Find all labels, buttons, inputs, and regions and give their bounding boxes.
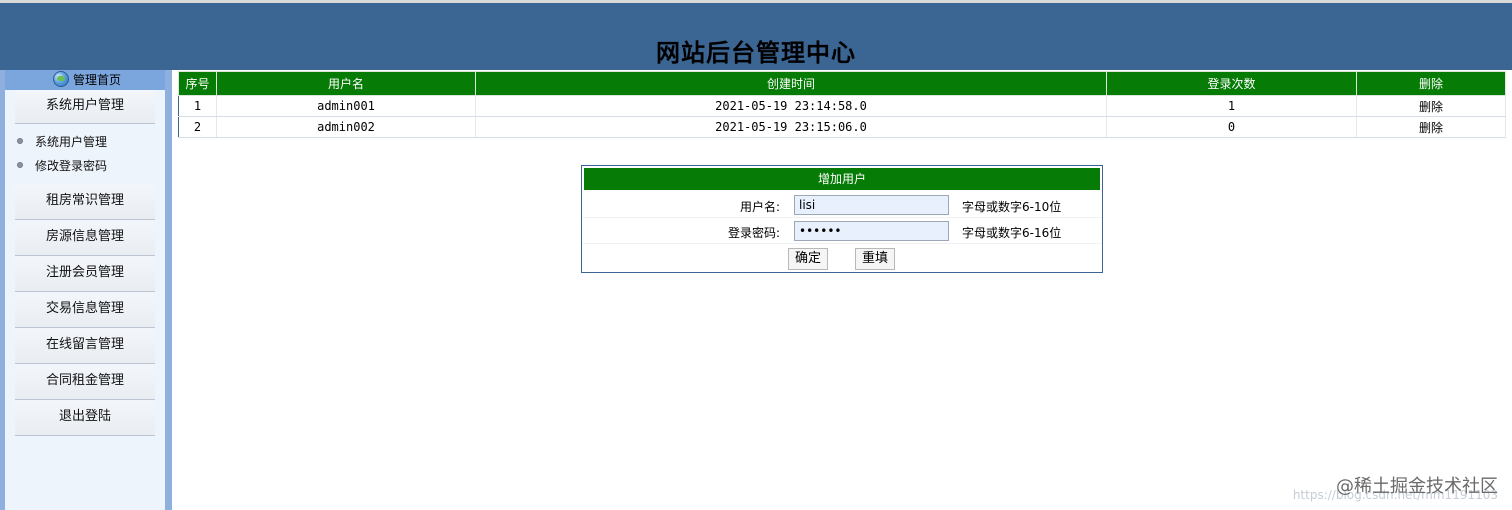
col-header-login-count: 登录次数: [1106, 71, 1357, 96]
delete-link[interactable]: 删除: [1419, 121, 1443, 135]
cell-delete: 删除: [1356, 116, 1506, 138]
submenu-item-system-users[interactable]: 系统用户管理: [17, 130, 165, 154]
cell-index: 1: [178, 95, 217, 117]
menu-messages[interactable]: 在线留言管理: [15, 328, 155, 364]
password-input[interactable]: ••••••: [794, 221, 949, 241]
password-label: 登录密码:: [727, 226, 780, 240]
cell-login-count: 1: [1106, 95, 1357, 117]
password-row: 登录密码: •••••• 字母或数字6-16位: [582, 218, 1102, 244]
table-row: 2 admin002 2021-05-19 23:15:06.0 0 删除: [178, 116, 1506, 138]
username-label: 用户名:: [739, 200, 780, 214]
col-header-username: 用户名: [216, 71, 476, 96]
globe-icon: [53, 71, 69, 87]
bullet-icon: [17, 137, 23, 144]
menu-listing-info[interactable]: 房源信息管理: [15, 220, 155, 256]
username-hint: 字母或数字6-10位: [962, 200, 1062, 214]
username-row: 用户名: lisi 字母或数字6-10位: [582, 192, 1102, 218]
submenu-item-change-password[interactable]: 修改登录密码: [17, 154, 165, 178]
menu-transactions[interactable]: 交易信息管理: [15, 292, 155, 328]
col-header-created: 创建时间: [475, 71, 1107, 96]
reset-button[interactable]: 重填: [855, 248, 896, 270]
table-row: 1 admin001 2021-05-19 23:14:58.0 1 删除: [178, 95, 1506, 117]
cell-created: 2021-05-19 23:15:06.0: [475, 116, 1107, 138]
cell-username: admin001: [216, 95, 476, 117]
cell-index: 2: [178, 116, 217, 138]
menu-logout[interactable]: 退出登陆: [15, 400, 155, 436]
add-user-panel: 增加用户 用户名: lisi 字母或数字6-10位 登录密码: •••••• 字…: [581, 165, 1103, 273]
sidebar-home[interactable]: 管理首页: [5, 70, 165, 90]
watermark: @稀土掘金技术社区: [1336, 476, 1498, 497]
cell-username: admin002: [216, 116, 476, 138]
menu-contracts[interactable]: 合同租金管理: [15, 364, 155, 400]
cell-delete: 删除: [1356, 95, 1506, 117]
submenu-system: 系统用户管理 修改登录密码: [5, 124, 165, 184]
users-table: 序号 用户名 创建时间 登录次数 删除 1 admin001 2021-05-1…: [178, 71, 1506, 138]
password-hint: 字母或数字6-16位: [962, 226, 1062, 240]
confirm-button[interactable]: 确定: [788, 248, 829, 270]
header-banner: 网站后台管理中心: [0, 0, 1512, 70]
form-buttons: 确定 重填: [582, 244, 1102, 274]
add-user-title: 增加用户: [584, 168, 1100, 190]
username-input[interactable]: lisi: [794, 195, 949, 215]
sidebar: 管理首页 系统用户管理 系统用户管理 修改登录密码 租房常识管理 房源信息管理 …: [0, 70, 172, 510]
menu-members[interactable]: 注册会员管理: [15, 256, 155, 292]
cell-created: 2021-05-19 23:14:58.0: [475, 95, 1107, 117]
col-header-delete: 删除: [1356, 71, 1506, 96]
bullet-icon: [17, 161, 23, 168]
cell-login-count: 0: [1106, 116, 1357, 138]
delete-link[interactable]: 删除: [1419, 100, 1443, 114]
page-title: 网站后台管理中心: [656, 39, 856, 67]
table-header-row: 序号 用户名 创建时间 登录次数 删除: [178, 71, 1506, 96]
menu-rental-knowledge[interactable]: 租房常识管理: [15, 184, 155, 220]
menu-system-users[interactable]: 系统用户管理: [15, 90, 155, 124]
sidebar-home-label: 管理首页: [73, 73, 122, 87]
col-header-index: 序号: [178, 71, 217, 96]
